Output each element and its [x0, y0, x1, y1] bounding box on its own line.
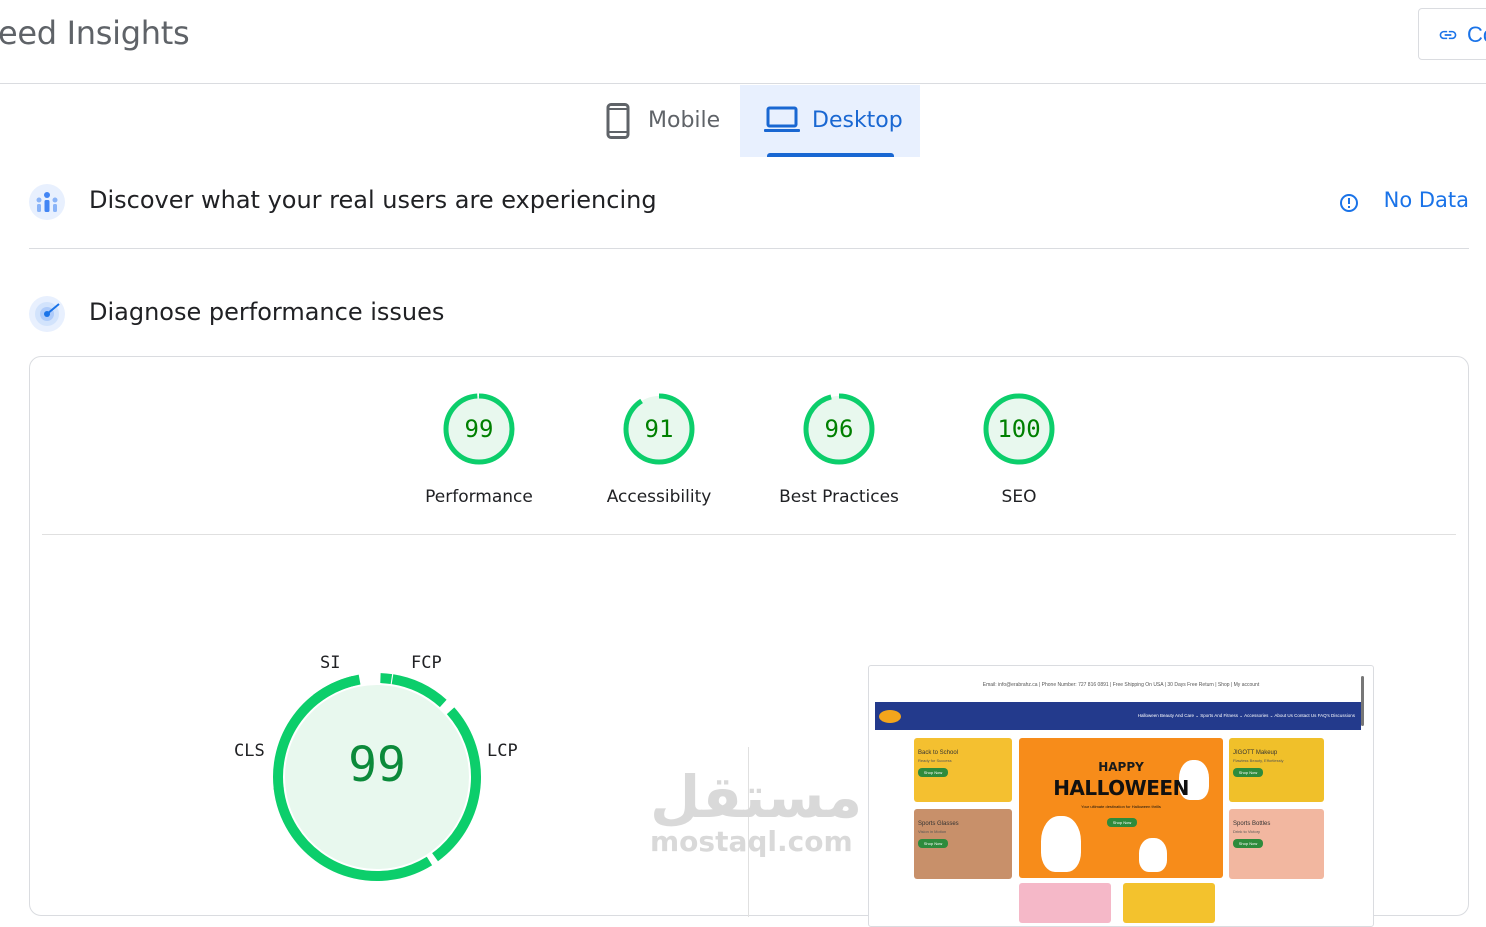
screenshot-topline: Email: info@erabrahz.ca | Phone Number: … [982, 682, 1260, 688]
watermark: مستقل mostaql.com [650, 763, 863, 858]
tile-subtitle: Vision in Motion [918, 829, 947, 834]
watermark-arabic: مستقل [650, 763, 863, 831]
hero-subtitle: Your ultimate destination for Halloween … [1081, 804, 1161, 809]
crux-users-icon [29, 184, 65, 220]
metric-label-cls: CLS [234, 741, 265, 761]
hero-line-2: HALLOWEEN [1053, 776, 1189, 800]
crux-section: Discover what your real users are experi… [29, 178, 1469, 249]
hero-shop-button: Shop Now [1107, 818, 1137, 827]
screenshot-tile-back-to-school: Back to School Ready for Success Shop No… [914, 738, 1012, 802]
report-card: 99 Performance 91 Accessibility 96 Best … [29, 356, 1469, 927]
gauge-ring: 91 [623, 393, 695, 465]
score-label: Best Practices [779, 487, 899, 507]
score-value: 91 [644, 415, 674, 443]
tile-title: Sports Bottles [1233, 821, 1271, 827]
diagnose-title: Diagnose performance issues [89, 298, 445, 326]
screenshot-logo [879, 710, 901, 723]
crux-status: No Data [1383, 188, 1469, 212]
tile-subtitle: Drink to Victory [1233, 829, 1261, 834]
screenshot-tile-yellow [1123, 883, 1215, 923]
tab-desktop-label: Desktop [812, 108, 903, 133]
screenshot-scrollbar [1361, 676, 1364, 726]
screenshot-nav-links: Halloween Beauty And Care ⌄ Sports And F… [1137, 713, 1355, 718]
screenshot-tile-sports-glasses: Sports Glasses Vision in Motion Shop Now [914, 809, 1012, 879]
diagnose-radar-icon [29, 296, 65, 332]
tab-desktop[interactable]: Desktop [740, 85, 920, 157]
tile-shop-button: Shop Now [1233, 839, 1263, 848]
gauge-accessibility[interactable]: 91 Accessibility [569, 393, 749, 507]
screenshot-hero-halloween: HAPPY HALLOWEEN Your ultimate destinatio… [1019, 738, 1223, 878]
performance-big-score: 99 [348, 737, 406, 793]
crux-title: Discover what your real users are experi… [89, 186, 657, 214]
screenshot-tile-pink [1019, 883, 1111, 923]
screenshot-nav: Halloween Beauty And Care ⌄ Sports And F… [875, 702, 1361, 730]
score-label: Performance [425, 487, 533, 507]
metric-label-lcp: LCP [487, 741, 518, 761]
tile-shop-button: Shop Now [918, 768, 948, 777]
tab-mobile[interactable]: Mobile [590, 85, 738, 157]
metric-label-si: SI [320, 653, 341, 673]
tile-shop-button: Shop Now [1233, 768, 1263, 777]
score-value: 100 [997, 415, 1041, 443]
info-icon[interactable] [1339, 193, 1359, 213]
tile-subtitle: Flawless Beauty, Effortlessly [1233, 758, 1284, 763]
gauge-ring: 96 [803, 393, 875, 465]
divider [42, 534, 1456, 535]
score-value: 96 [824, 415, 854, 443]
top-bar: eed Insights Co [0, 0, 1486, 84]
page-screenshot[interactable]: Email: info@erabrahz.ca | Phone Number: … [868, 665, 1374, 927]
app-title: eed Insights [0, 14, 190, 52]
gauge-ring: 99 [443, 393, 515, 465]
score-label: Accessibility [606, 487, 712, 507]
watermark-latin: mostaql.com [650, 825, 853, 858]
link-icon [1439, 30, 1457, 40]
ghost-graphic [1041, 816, 1081, 872]
diagnose-section-header: Diagnose performance issues [29, 290, 1469, 340]
tab-active-indicator [767, 153, 894, 157]
copy-link-label: Co [1467, 22, 1486, 47]
tab-mobile-label: Mobile [648, 108, 721, 133]
score-label: SEO [1001, 487, 1037, 507]
screenshot-tile-jigott-makeup: JIGOTT Makeup Flawless Beauty, Effortles… [1229, 738, 1324, 802]
metric-label-fcp: FCP [411, 653, 442, 673]
tile-shop-button: Shop Now [918, 839, 948, 848]
gauge-best-practices[interactable]: 96 Best Practices [749, 393, 929, 507]
ghost-graphic [1139, 838, 1167, 872]
laptop-icon [764, 106, 800, 132]
screenshot-tile-sports-bottles: Sports Bottles Drink to Victory Shop Now [1229, 809, 1324, 879]
tile-title: JIGOTT Makeup [1233, 750, 1278, 756]
gauge-seo[interactable]: 100 SEO [929, 393, 1109, 507]
tile-subtitle: Ready for Success [918, 758, 952, 763]
gauge-ring: 100 [983, 393, 1055, 465]
score-value: 99 [464, 415, 494, 443]
gauge-performance[interactable]: 99 Performance [389, 393, 569, 507]
hero-line-1: HAPPY [1098, 760, 1144, 774]
copy-link-button[interactable]: Co [1418, 8, 1486, 60]
tile-title: Back to School [918, 750, 959, 756]
tile-title: Sports Glasses [918, 821, 959, 827]
phone-icon [606, 103, 630, 139]
